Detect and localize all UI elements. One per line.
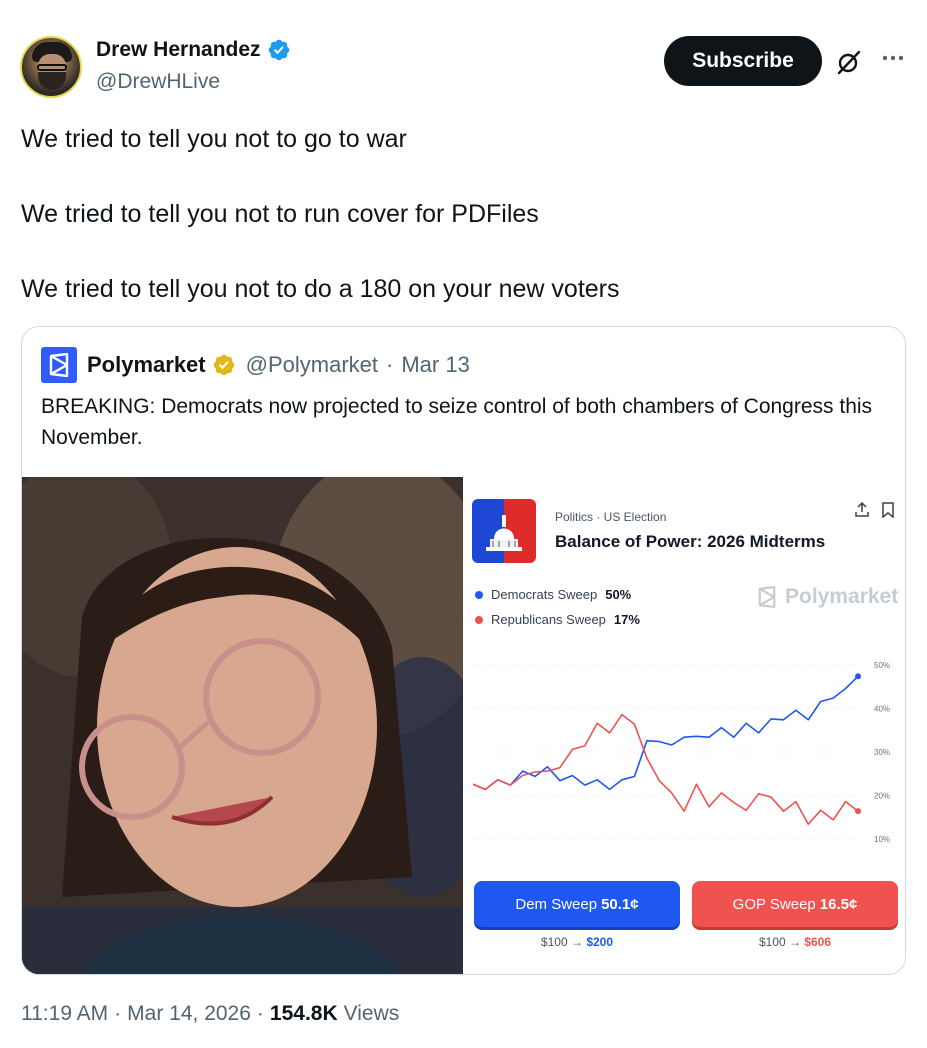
- gop-sweep-label: GOP Sweep: [732, 895, 816, 913]
- separator: ·: [114, 1002, 122, 1025]
- chart-legend: Democrats Sweep 50% Republicans Sweep 17…: [475, 582, 640, 632]
- y-tick-label: 20%: [874, 792, 890, 801]
- market-category: Politics · US Election: [555, 510, 667, 524]
- author-name[interactable]: Drew Hernandez: [96, 38, 261, 62]
- dem-sweep-price: 50.1¢: [601, 895, 639, 913]
- tweet-date[interactable]: Mar 14, 2026: [127, 1002, 251, 1026]
- legend-dot: [475, 590, 483, 599]
- quote-author-handle[interactable]: @Polymarket: [246, 352, 378, 378]
- bookmark-icon[interactable]: [881, 502, 895, 518]
- gop-payout-from: $100 →: [758, 935, 801, 949]
- quote-author-name[interactable]: Polymarket: [87, 352, 206, 378]
- dem-sweep-label: Dem Sweep: [515, 895, 598, 913]
- y-tick-label: 30%: [874, 748, 890, 757]
- tweet-line: We tried to tell you not to go to war: [21, 125, 407, 153]
- series-endpoint: [855, 673, 861, 680]
- y-tick-label: 40%: [874, 705, 890, 714]
- separator: ·: [386, 352, 394, 377]
- legend-value: 50%: [605, 587, 632, 602]
- dem-sweep-button[interactable]: Dem Sweep 50.1¢: [474, 881, 680, 927]
- series-line: [473, 713, 859, 825]
- person-photo[interactable]: [22, 477, 463, 974]
- y-tick-label: 10%: [874, 835, 890, 844]
- avatar[interactable]: [20, 36, 82, 98]
- polymarket-watermark-icon: [758, 586, 776, 608]
- legend-value: 17%: [613, 612, 640, 627]
- tweet-header: Drew Hernandez @DrewHLive Subscribe: [20, 34, 907, 100]
- dem-payout-from: $100 →: [540, 935, 583, 949]
- quoted-tweet[interactable]: Polymarket @Polymarket · Mar 13 BREAKING…: [21, 326, 906, 975]
- polymarket-watermark: Polymarket: [757, 585, 898, 609]
- quote-date[interactable]: Mar 13: [401, 352, 469, 378]
- grok-icon[interactable]: [835, 48, 863, 76]
- more-icon[interactable]: [879, 44, 907, 72]
- series-endpoint: [855, 808, 861, 815]
- views-count: 154.8K: [269, 1002, 338, 1025]
- separator: ·: [256, 1002, 264, 1025]
- tweet-meta: 11:19 AM · Mar 14, 2026 · 154.8K Views: [21, 1002, 399, 1026]
- quote-header: Polymarket @Polymarket · Mar 13: [41, 347, 470, 383]
- tweet-text: We tried to tell you not to go to war We…: [21, 120, 901, 345]
- tweet-time[interactable]: 11:19 AM: [21, 1002, 108, 1026]
- dem-payout: $100 → $200: [474, 935, 680, 949]
- watermark-text: Polymarket: [785, 585, 899, 608]
- gop-sweep-button[interactable]: GOP Sweep 16.5¢: [692, 881, 898, 927]
- quote-text: BREAKING: Democrats now projected to sei…: [41, 395, 873, 449]
- gop-payout-to: $606: [804, 935, 832, 949]
- author-handle[interactable]: @DrewHLive: [96, 70, 220, 94]
- y-tick-label: 50%: [874, 661, 890, 670]
- verified-badge-icon: [268, 39, 289, 61]
- subscribe-button[interactable]: Subscribe: [664, 36, 822, 86]
- tweet-line: We tried to tell you not to run cover fo…: [21, 200, 539, 228]
- polymarket-logo-icon[interactable]: [41, 347, 77, 383]
- gop-sweep-price: 16.5¢: [819, 895, 858, 913]
- legend-item: Republicans Sweep 17%: [475, 607, 640, 632]
- legend-item: Democrats Sweep 50%: [475, 582, 640, 607]
- share-icon[interactable]: [854, 502, 870, 518]
- gold-verified-badge-icon: [213, 354, 234, 376]
- polymarket-card[interactable]: Politics · US Election Balance of Power:…: [463, 477, 905, 974]
- line-chart: 50% 40% 30% 20% 10%: [473, 661, 890, 844]
- dem-payout-to: $200: [586, 935, 614, 949]
- capitol-thumbnail: [472, 499, 536, 563]
- author-name-row[interactable]: Drew Hernandez: [96, 38, 291, 62]
- market-title[interactable]: Balance of Power: 2026 Midterms: [555, 532, 825, 552]
- legend-label: Republicans Sweep: [491, 612, 606, 627]
- views-label: Views: [343, 1002, 400, 1025]
- legend-dot: [475, 615, 483, 624]
- gop-payout: $100 → $606: [692, 935, 898, 949]
- legend-label: Democrats Sweep: [491, 587, 598, 602]
